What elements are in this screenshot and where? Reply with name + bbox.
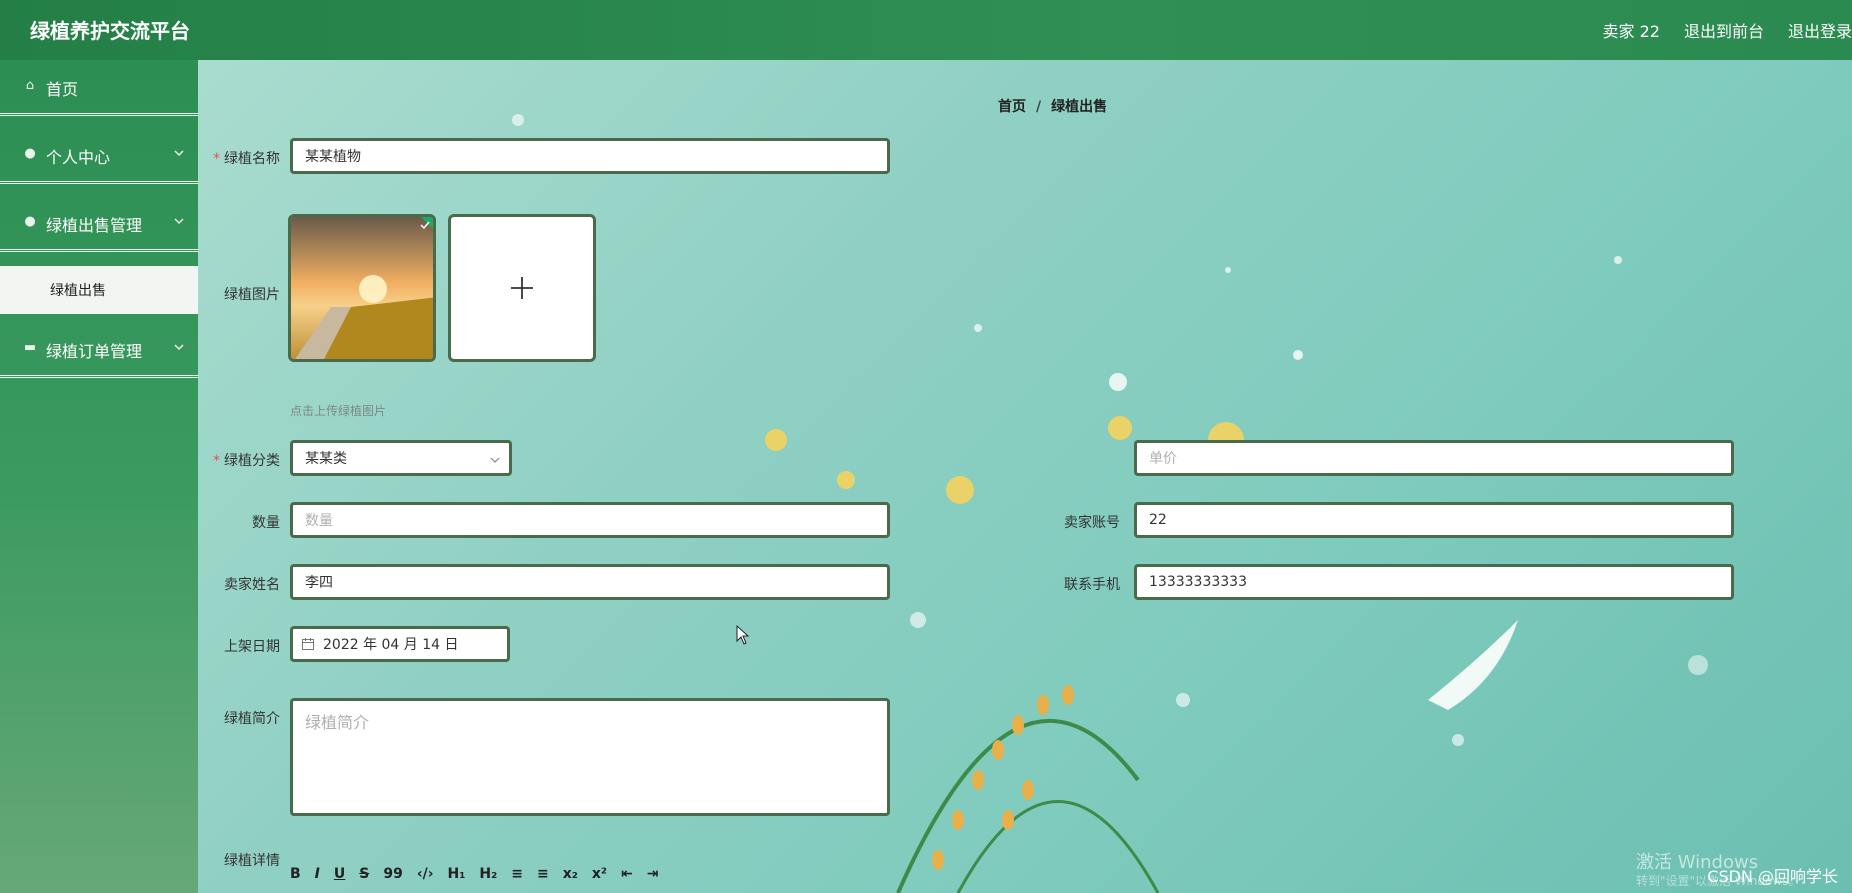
sidebar-item-home[interactable]: ⌂ 首页 xyxy=(0,60,198,116)
exit-to-front-link[interactable]: 退出到前台 xyxy=(1684,18,1764,42)
chevron-down-icon xyxy=(490,457,500,463)
seller-account-input[interactable]: 22 xyxy=(1134,502,1734,538)
detail-label: 绿植详情 xyxy=(224,853,280,869)
date-picker[interactable]: 2022 年 04 月 14 日 xyxy=(290,626,510,662)
sidebar-item-personal-center[interactable]: ● 个人中心 xyxy=(0,128,198,184)
sidebar-item-plant-sale-mgmt[interactable]: ● 绿植出售管理 xyxy=(0,196,198,252)
intro-textarea[interactable]: 绿植简介 xyxy=(290,698,890,816)
home-icon: ⌂ xyxy=(25,78,35,93)
code-button[interactable]: ‹/› xyxy=(417,866,434,882)
h1-button[interactable]: H₁ xyxy=(448,866,466,882)
logout-link[interactable]: 退出登录 xyxy=(1788,18,1852,42)
seller-name-label: 卖家姓名 xyxy=(224,577,280,593)
user-icon: ● xyxy=(24,214,36,229)
breadcrumb-separator: / xyxy=(1036,99,1042,115)
upload-tip: 点击上传绿植图片 xyxy=(290,404,387,418)
chevron-down-icon xyxy=(174,218,184,225)
qty-label: 数量 xyxy=(252,515,280,531)
chevron-down-icon xyxy=(174,150,184,157)
category-select[interactable]: 某某类 xyxy=(290,440,512,476)
name-input[interactable]: 某某植物 xyxy=(290,138,890,174)
sidebar: ⌂ 首页 ● 个人中心 ● 绿植出售管理 绿植出售 ▬ 绿植订单管理 xyxy=(0,60,198,893)
ordered-list-button[interactable]: ≡ xyxy=(511,866,523,882)
sidebar-subitem-plant-sale[interactable]: 绿植出售 xyxy=(0,266,198,314)
sidebar-item-label: 绿植出售管理 xyxy=(46,216,143,235)
h2-button[interactable]: H₂ xyxy=(479,866,497,882)
app-title: 绿植养护交流平台 xyxy=(30,19,190,43)
breadcrumb: 首页 / 绿植出售 xyxy=(998,96,1107,116)
sidebar-item-plant-order-mgmt[interactable]: ▬ 绿植订单管理 xyxy=(0,322,198,378)
quote-button[interactable]: 99 xyxy=(383,866,402,882)
category-label: * 绿植分类 xyxy=(213,453,280,469)
sidebar-item-label: 绿植订单管理 xyxy=(46,342,143,361)
header-actions: 卖家 22 退出到前台 退出登录 xyxy=(1579,0,1852,60)
outdent-button[interactable]: ⇤ xyxy=(621,866,633,882)
upload-add-button[interactable] xyxy=(448,214,596,362)
seller-account-label: 卖家账号 xyxy=(1064,515,1120,531)
rich-editor-toolbar: B I U S 99 ‹/› H₁ H₂ ≡ ≡ x₂ x² ⇤ ⇥ xyxy=(290,860,673,888)
strike-button[interactable]: S xyxy=(359,866,369,882)
italic-button[interactable]: I xyxy=(315,866,320,882)
csdn-watermark: CSDN @回响学长 xyxy=(1707,867,1838,886)
underline-button[interactable]: U xyxy=(334,866,345,882)
calendar-icon xyxy=(302,638,314,650)
category-selected: 某某类 xyxy=(305,451,347,467)
bullet-list-button[interactable]: ≡ xyxy=(537,866,549,882)
date-value: 2022 年 04 月 14 日 xyxy=(323,637,459,653)
date-label: 上架日期 xyxy=(224,639,280,655)
user-icon: ● xyxy=(24,146,36,161)
uploaded-image[interactable] xyxy=(288,214,436,362)
plus-icon xyxy=(511,277,533,299)
name-label: * 绿植名称 xyxy=(213,151,280,167)
subscript-button[interactable]: x₂ xyxy=(563,866,578,882)
current-user: 卖家 22 xyxy=(1602,22,1660,41)
indent-button[interactable]: ⇥ xyxy=(647,866,659,882)
sidebar-subitem-label: 绿植出售 xyxy=(50,283,106,299)
qty-input[interactable]: 数量 xyxy=(290,502,890,538)
monitor-icon: ▬ xyxy=(23,340,37,355)
breadcrumb-home[interactable]: 首页 xyxy=(998,99,1026,115)
superscript-button[interactable]: x² xyxy=(592,866,607,882)
top-header: 绿植养护交流平台 卖家 22 退出到前台 退出登录 xyxy=(0,0,1852,60)
breadcrumb-current: 绿植出售 xyxy=(1051,99,1108,115)
sidebar-item-label: 首页 xyxy=(46,80,79,99)
sidebar-item-label: 个人中心 xyxy=(46,148,111,167)
chevron-down-icon xyxy=(174,344,184,351)
mouse-cursor-icon xyxy=(736,625,750,645)
main-content: 首页 / 绿植出售 * 绿植名称 某某植物 绿植图片 点击上传绿植图片 * 绿植分类 某… xyxy=(198,60,1852,893)
phone-input[interactable]: 13333333333 xyxy=(1134,564,1734,600)
check-icon xyxy=(420,221,430,230)
image-label: 绿植图片 xyxy=(224,287,280,303)
phone-label: 联系手机 xyxy=(1064,577,1120,593)
bold-button[interactable]: B xyxy=(290,866,301,882)
intro-label: 绿植简介 xyxy=(224,711,280,727)
price-input[interactable]: 单价 xyxy=(1134,440,1734,476)
seller-name-input[interactable]: 李四 xyxy=(290,564,890,600)
